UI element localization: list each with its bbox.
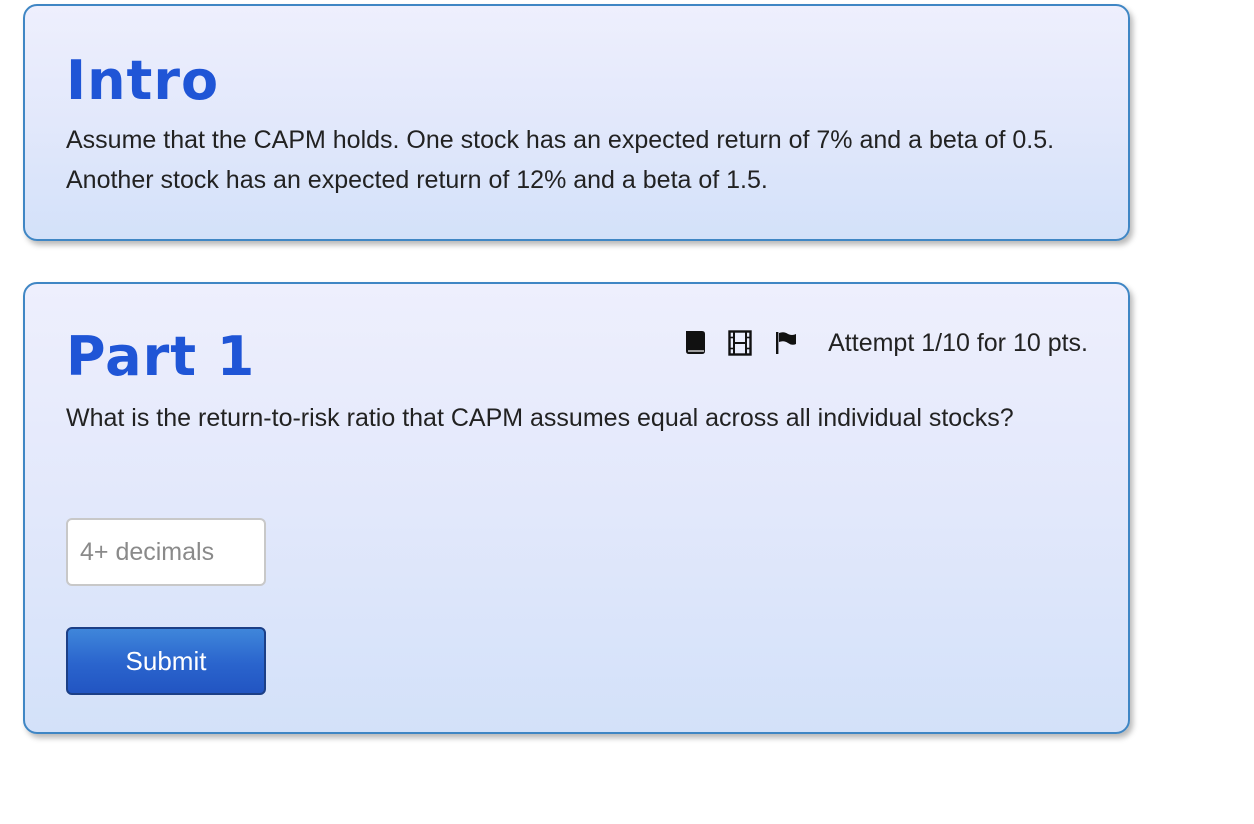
part1-card: Part 1 Attempt 1/10 for 10 pts. What is … (23, 282, 1130, 734)
intro-text: Assume that the CAPM holds. One stock ha… (66, 126, 1055, 194)
part1-title: Part 1 (66, 325, 256, 388)
intro-title: Intro (66, 49, 220, 112)
submit-button[interactable]: Submit (66, 627, 266, 695)
attempt-text: Attempt 1/10 for 10 pts. (828, 328, 1088, 357)
attempt-meta: Attempt 1/10 for 10 pts. (684, 328, 1088, 358)
flag-icon[interactable] (774, 330, 798, 356)
film-icon[interactable] (728, 330, 752, 356)
answer-input[interactable] (66, 518, 266, 586)
book-icon[interactable] (684, 330, 706, 356)
part1-question: What is the return-to-risk ratio that CA… (66, 404, 1014, 432)
intro-card: Intro Assume that the CAPM holds. One st… (23, 4, 1130, 241)
